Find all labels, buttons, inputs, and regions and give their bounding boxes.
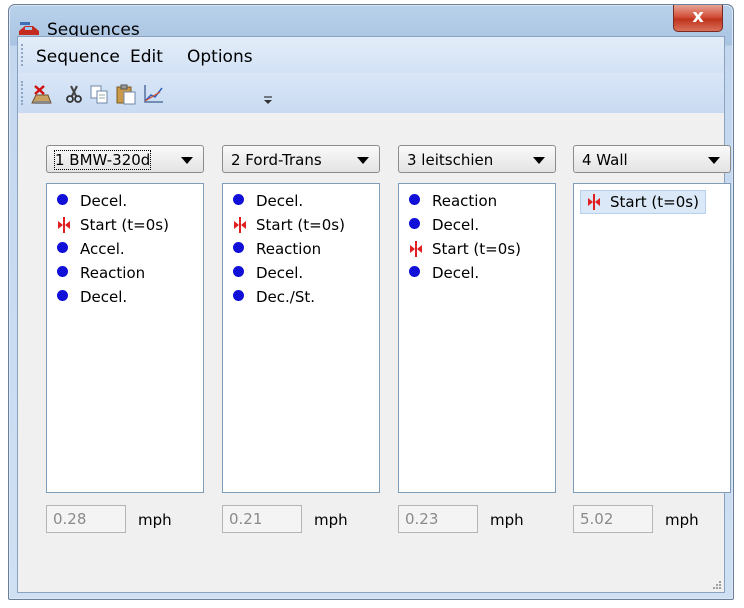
vehicle-selector-label: 2 Ford-Trans [231, 151, 322, 169]
phase-dot-icon [233, 266, 244, 277]
toolbar-grip-icon[interactable] [21, 81, 25, 105]
speed-field-3[interactable]: 0.23 [398, 505, 478, 533]
start-marker-icon [234, 217, 246, 233]
toolbar [18, 73, 724, 113]
close-button[interactable]: x [673, 5, 723, 32]
vehicle-selector-1[interactable]: 1 BMW-320d [46, 145, 204, 173]
list-item[interactable]: Decel. [233, 192, 303, 210]
list-item-label: Start (t=0s) [256, 216, 345, 234]
menu-edit[interactable]: Edit [130, 47, 163, 67]
sequences-window: Sequences x Sequence Edit Options 1 BMW-… [8, 4, 734, 600]
list-item[interactable]: Decel. [409, 264, 479, 282]
start-marker-icon [58, 217, 70, 233]
phase-dot-icon [409, 218, 420, 229]
phase-dot-icon [233, 194, 244, 205]
list-item[interactable]: Start (t=0s) [409, 240, 521, 258]
start-marker-icon [588, 194, 600, 210]
list-item[interactable]: Start (t=0s) [57, 216, 169, 234]
list-item-label: Accel. [80, 240, 125, 258]
vehicle-selector-4[interactable]: 4 Wall [573, 145, 731, 173]
sequence-list-4[interactable]: Start (t=0s) [573, 183, 731, 493]
speed-field-1[interactable]: 0.28 [46, 505, 126, 533]
list-item-label: Reaction [80, 264, 146, 282]
list-item-label: Reaction [432, 192, 498, 210]
phase-dot-icon [409, 194, 420, 205]
phase-dot-icon [233, 242, 244, 253]
copy-icon[interactable] [88, 83, 110, 105]
speed-unit-label: mph [665, 511, 699, 529]
menu-sequence[interactable]: Sequence [36, 47, 120, 67]
chevron-down-icon[interactable] [357, 157, 369, 164]
menu-grip-icon[interactable] [21, 44, 25, 66]
list-item[interactable]: Reaction [233, 240, 321, 258]
chevron-down-icon[interactable] [181, 157, 193, 164]
app-icon [19, 22, 39, 35]
list-item[interactable]: Decel. [57, 288, 127, 306]
list-item[interactable]: Decel. [409, 216, 479, 234]
sequence-list-3[interactable]: Reaction Decel. Start (t=0s) Decel. [398, 183, 556, 493]
list-item-label: Decel. [432, 216, 480, 234]
paste-icon[interactable] [115, 83, 137, 105]
toolbar-overflow-icon[interactable] [264, 95, 272, 105]
list-item-label: Decel. [80, 192, 128, 210]
vehicle-selector-label: 1 BMW-320d [53, 150, 152, 170]
phase-dot-icon [57, 242, 68, 253]
chevron-down-icon[interactable] [708, 157, 720, 164]
menu-options[interactable]: Options [187, 47, 253, 67]
list-item-label: Reaction [256, 240, 322, 258]
vehicle-selector-2[interactable]: 2 Ford-Trans [222, 145, 380, 173]
list-item[interactable]: Reaction [57, 264, 145, 282]
phase-dot-icon [57, 266, 68, 277]
list-item[interactable]: Accel. [57, 240, 125, 258]
vehicle-selector-label: 4 Wall [582, 151, 628, 169]
phase-dot-icon [409, 266, 420, 277]
list-item[interactable]: Dec./St. [233, 288, 315, 306]
delete-icon[interactable] [30, 83, 52, 105]
menu-bar: Sequence Edit Options [18, 37, 724, 73]
speed-unit-label: mph [138, 511, 172, 529]
speed-field-4[interactable]: 5.02 [573, 505, 653, 533]
phase-dot-icon [57, 290, 68, 301]
chevron-down-icon[interactable] [533, 157, 545, 164]
list-item-label: Start (t=0s) [610, 193, 699, 211]
list-item-label: Decel. [256, 264, 304, 282]
speed-unit-label: mph [314, 511, 348, 529]
speed-unit-label: mph [490, 511, 524, 529]
resize-grip-icon[interactable] [710, 578, 722, 590]
list-item[interactable]: Reaction [409, 192, 497, 210]
sequence-list-2[interactable]: Decel. Start (t=0s) Reaction Decel. Dec.… [222, 183, 380, 493]
client-area: Sequence Edit Options 1 BMW-320d Decel. … [17, 36, 731, 593]
list-item[interactable]: Decel. [233, 264, 303, 282]
start-marker-icon [410, 241, 422, 257]
phase-dot-icon [57, 194, 68, 205]
cut-icon[interactable] [63, 83, 85, 105]
list-item[interactable]: Start (t=0s) [580, 190, 706, 214]
list-item-label: Decel. [432, 264, 480, 282]
list-item[interactable]: Decel. [57, 192, 127, 210]
vehicle-selector-label: 3 leitschien [407, 151, 494, 169]
phase-dot-icon [233, 290, 244, 301]
chart-icon[interactable] [142, 83, 164, 105]
list-item-label: Start (t=0s) [432, 240, 521, 258]
speed-field-2[interactable]: 0.21 [222, 505, 302, 533]
list-item-label: Dec./St. [256, 288, 316, 306]
list-item-label: Decel. [256, 192, 304, 210]
vehicle-selector-3[interactable]: 3 leitschien [398, 145, 556, 173]
sequence-list-1[interactable]: Decel. Start (t=0s) Accel. Reaction Dece… [46, 183, 204, 493]
list-item[interactable]: Start (t=0s) [233, 216, 345, 234]
list-item-label: Start (t=0s) [80, 216, 169, 234]
list-item-label: Decel. [80, 288, 128, 306]
